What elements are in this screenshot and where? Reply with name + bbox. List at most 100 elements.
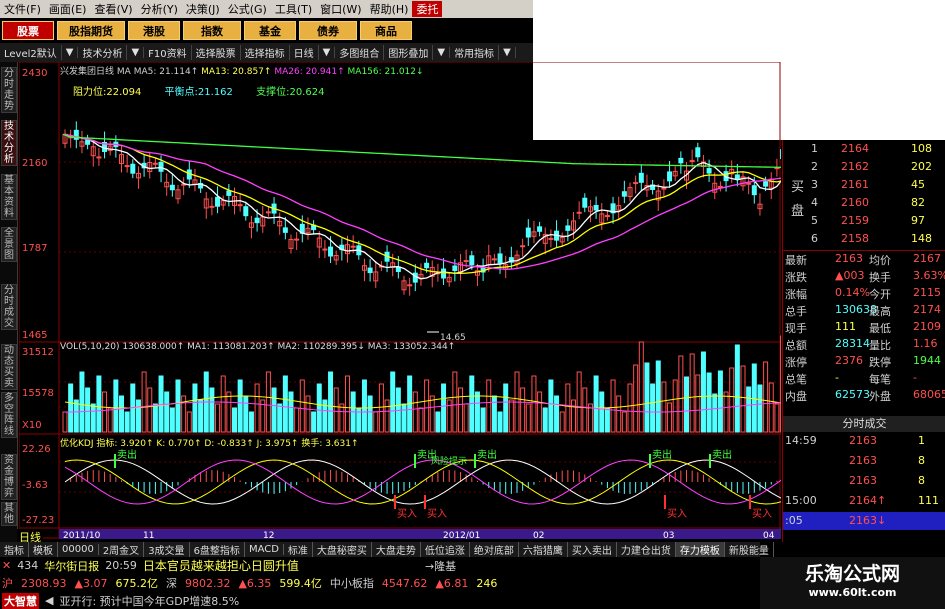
indicator-tab-9[interactable]: 大盘走势 (372, 542, 421, 557)
menu-item-2[interactable]: 查看(V) (90, 1, 136, 17)
left-tab-2[interactable]: 基本资料 (1, 174, 17, 220)
menu-item-4[interactable]: 决策(J) (182, 1, 224, 17)
book-price[interactable]: 2159 (841, 214, 869, 227)
stat-label: 现手 (785, 322, 807, 335)
menu-item-7[interactable]: 窗口(W) (316, 1, 365, 17)
indicator-tab-3[interactable]: 2周金叉 (99, 542, 145, 557)
candle-body (463, 260, 469, 263)
stat-label: 跌停 (869, 356, 891, 369)
menu-item-9[interactable]: 委托 (412, 1, 443, 17)
left-tab-4[interactable]: 分时成交 (1, 284, 17, 330)
indicator-tab-11[interactable]: 绝对底部 (470, 542, 519, 557)
nav-tab-0[interactable]: 股票 (2, 21, 54, 40)
left-tab-8[interactable]: 其他 (1, 502, 17, 526)
indicator-tab-13[interactable]: 买入卖出 (568, 542, 617, 557)
stat-label: 总额 (785, 339, 807, 352)
book-price[interactable]: 2164 (841, 142, 869, 155)
indicator-tab-6[interactable]: MACD (245, 544, 284, 555)
indicator-tab-14[interactable]: 力建仓出货 (617, 542, 676, 557)
book-price[interactable]: 2158 (841, 232, 869, 245)
menu-item-3[interactable]: 分析(Y) (137, 1, 182, 17)
nav-tab-3[interactable]: 指数 (183, 21, 241, 40)
toolbar-item-6[interactable]: 选择指标 (241, 45, 290, 60)
ticker-news[interactable]: 亚开行: 预计中国今年GDP增速8.5% (59, 593, 239, 609)
sh-amount: 675.2亿 (115, 577, 158, 590)
volume-bar (96, 375, 102, 433)
indicator-tab-5[interactable]: 6盘整指标 (190, 542, 245, 557)
stat-value: 0.14% (835, 286, 870, 299)
stat-value: ▲003 (835, 269, 865, 282)
volume-bar (746, 386, 752, 433)
indicator-tab-2[interactable]: 00000 (58, 544, 99, 555)
volume-bar (209, 387, 215, 433)
indicator-tab-1[interactable]: 模板 (29, 542, 58, 557)
close-icon[interactable]: ✕ (2, 559, 11, 572)
left-tab-7[interactable]: 资金博弈 (1, 454, 17, 500)
toolbar-item-4[interactable]: F10资料 (144, 45, 192, 60)
toolbar-item-9[interactable]: 多图组合 (335, 45, 385, 60)
volume-bar (537, 391, 543, 433)
toolbar-item-7[interactable]: 日线 (290, 45, 319, 60)
toolbar-item-2[interactable]: 技术分析 (78, 45, 128, 60)
toolbar-item-8[interactable]: ▼ (319, 47, 336, 58)
toolbar-item-10[interactable]: 图形叠加 (384, 45, 434, 60)
left-tab-6[interactable]: 多空阵线 (1, 392, 17, 438)
indicator-tabs: 指标 模板 00000 2周金叉 3成交量 6盘整指标 MACD 标准 大盘秘密买 大盘走势 低位追… (0, 542, 774, 557)
sh-label: 沪 (2, 577, 13, 590)
volume-bar (299, 379, 305, 433)
tick-time: :05 (785, 514, 803, 527)
book-volume: 97 (911, 214, 925, 227)
signal-mark-buy (394, 495, 396, 509)
volume-icon[interactable]: ◀ (45, 594, 53, 607)
nav-tab-2[interactable]: 港股 (128, 21, 180, 40)
book-price[interactable]: 2161 (841, 178, 869, 191)
indicator-tab-8[interactable]: 大盘秘密买 (313, 542, 372, 557)
news-headline[interactable]: 日本官员越来越担心日圆升值 (143, 557, 299, 574)
indicator-tab-0[interactable]: 指标 (0, 542, 29, 557)
toolbar-item-1[interactable]: ▼ (62, 47, 79, 58)
nav-tab-4[interactable]: 基金 (244, 21, 296, 40)
left-tab-3[interactable]: 全景图 (1, 227, 17, 262)
stat-label: 换手 (869, 271, 891, 284)
indicator-tab-10[interactable]: 低位追涨 (421, 542, 470, 557)
indicator-tab-12[interactable]: 六指猎鹰 (519, 542, 568, 557)
indicator-tab-7[interactable]: 标准 (284, 542, 313, 557)
menu-item-5[interactable]: 公式(G) (224, 1, 271, 17)
menu-item-0[interactable]: 文件(F) (0, 1, 45, 17)
nav-tab-5[interactable]: 债券 (299, 21, 357, 40)
toolbar-item-5[interactable]: 选择股票 (192, 45, 241, 60)
price-tick-3: 1787 (22, 243, 48, 254)
indicator-tab-16[interactable]: 新股能量 (725, 542, 774, 557)
toolbar-item-0[interactable]: Level2默认 (0, 45, 62, 60)
indicator-tab-4[interactable]: 3成交量 (144, 542, 190, 557)
left-tab-5[interactable]: 动态买卖 (1, 344, 17, 390)
volume-bar (147, 387, 153, 433)
volume-bar (706, 372, 712, 433)
nav-tab-1[interactable]: 股指期货 (57, 21, 125, 40)
stat-label: 总笔 (785, 373, 807, 386)
menu-item-1[interactable]: 画面(E) (45, 1, 91, 17)
volume-bar (248, 411, 254, 433)
nav-tab-6[interactable]: 商品 (360, 21, 412, 40)
menu-item-8[interactable]: 帮助(H) (366, 1, 413, 17)
ticks-header[interactable]: 分时成交 (783, 416, 945, 432)
toolbar-item-13[interactable]: ▼ (499, 47, 516, 58)
date-label: 04 (763, 531, 775, 541)
date-label: 02 (533, 531, 544, 541)
menu-item-6[interactable]: 工具(T) (271, 1, 316, 17)
toolbar-item-11[interactable]: ▼ (433, 47, 451, 58)
tick-price: 2163 (849, 434, 877, 447)
book-price[interactable]: 2160 (841, 196, 869, 209)
volume-bar (373, 411, 379, 433)
left-tab-0[interactable]: 分时走势 (1, 67, 17, 113)
book-price[interactable]: 2162 (841, 160, 869, 173)
toolbar-item-3[interactable]: ▼ (127, 47, 145, 58)
signal-mark-buy (749, 495, 751, 509)
kline-chart[interactable]: 卖出 卖出 卖出 卖出 卖出买入 买入 买入 买入风险提示2011/10 11 12 2012/01… (19, 62, 781, 542)
left-tab-1[interactable]: 技术分析 (1, 120, 17, 166)
volume-bar (220, 375, 226, 433)
indicator-tab-15[interactable]: 存力模板 (675, 542, 725, 557)
candle-body (322, 248, 328, 251)
toolbar-item-12[interactable]: 常用指标 (450, 45, 500, 60)
candle-body (367, 267, 373, 274)
